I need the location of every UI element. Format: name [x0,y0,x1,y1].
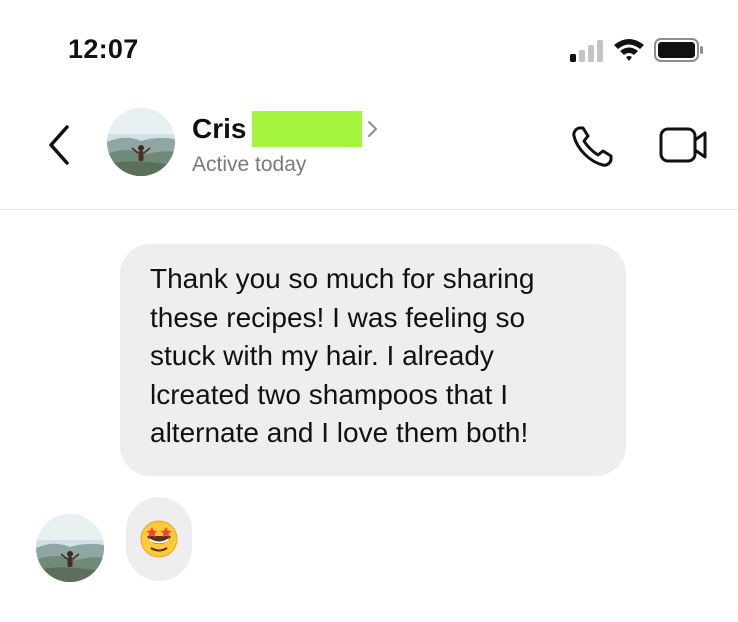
contact-avatar[interactable] [107,108,175,176]
contact-name-row[interactable]: Cris [192,111,380,147]
battery-icon [654,38,703,62]
back-chevron-icon[interactable] [40,121,78,169]
video-camera-icon[interactable] [658,125,710,165]
redaction-box [252,111,363,147]
contact-name: Cris [192,113,247,144]
conversation-header: Cris Active today [0,95,738,210]
cellular-signal-icon [570,40,603,62]
phone-icon[interactable] [570,123,616,169]
wifi-icon [614,39,644,61]
avatar-photo-icon [36,514,104,582]
active-status: Active today [192,153,307,176]
message-text: Thank you so much for sharing these reci… [150,263,535,448]
avatar-photo-icon [107,108,175,176]
status-time: 12:07 [68,34,139,64]
status-bar: 12:07 [0,0,738,90]
star-struck-emoji-icon [140,520,178,558]
sender-avatar[interactable] [36,514,104,582]
chevron-right-icon [368,121,378,137]
incoming-message-bubble[interactable]: Thank you so much for sharing these reci… [120,244,626,476]
emoji-message-bubble[interactable] [126,497,192,581]
